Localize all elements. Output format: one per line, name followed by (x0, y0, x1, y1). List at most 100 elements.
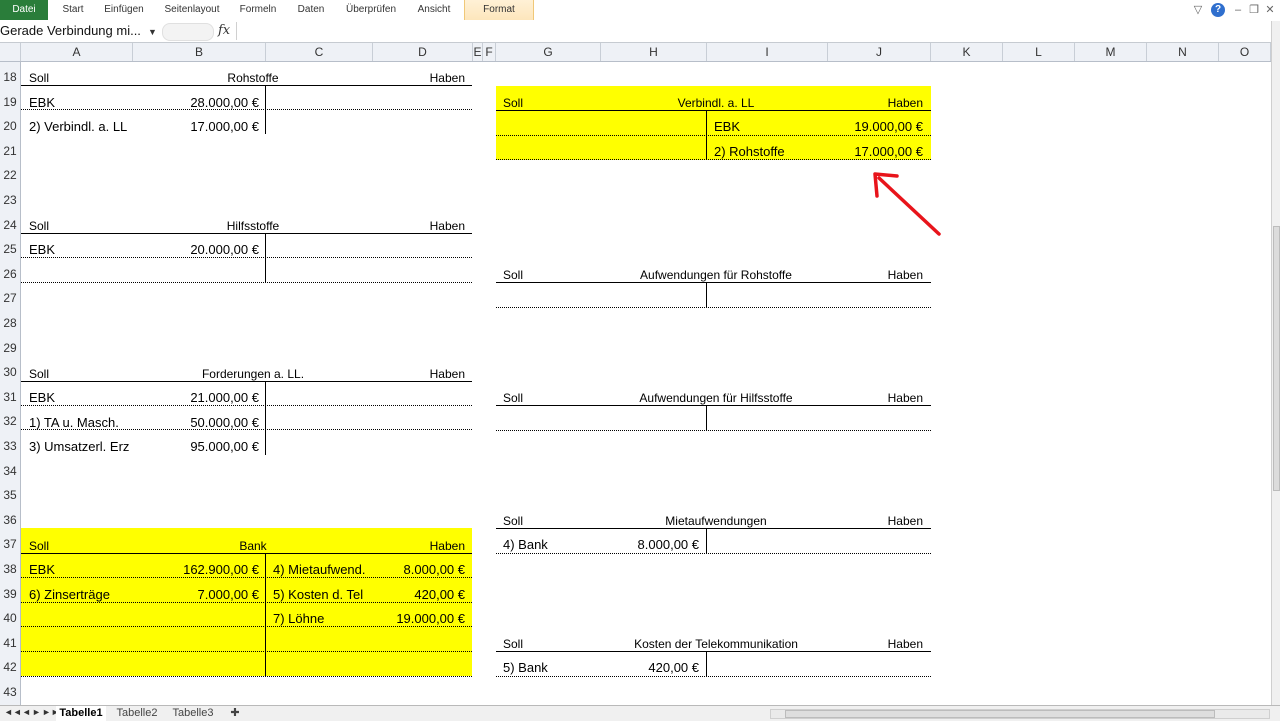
entry-label: 2) Rohstoffe (714, 144, 785, 159)
haben-label: Haben (887, 637, 923, 651)
row-header[interactable]: 32 (0, 414, 20, 428)
tab-page-layout[interactable]: Seitenlayout (156, 0, 228, 20)
row-header[interactable]: 28 (0, 316, 20, 330)
window-restore-icon[interactable]: ❐ (1247, 3, 1261, 17)
row-header[interactable]: 22 (0, 168, 20, 182)
vertical-scroll-thumb[interactable] (1273, 226, 1280, 491)
formula-input[interactable] (236, 22, 1280, 40)
row-header[interactable]: 24 (0, 218, 20, 232)
tab-file[interactable]: Datei (0, 0, 48, 20)
column-header-n[interactable]: N (1147, 43, 1219, 61)
row-divider (496, 676, 931, 677)
account-header-line (496, 405, 931, 406)
tab-insert[interactable]: Einfügen (98, 0, 150, 20)
insert-sheet-icon[interactable]: ✚ (226, 706, 244, 721)
row-header[interactable]: 31 (0, 390, 20, 404)
tab-review[interactable]: Überprüfen (340, 0, 402, 20)
column-header-b[interactable]: B (133, 43, 266, 61)
row-header[interactable]: 21 (0, 144, 20, 158)
row-header[interactable]: 23 (0, 193, 20, 207)
haben-label: Haben (429, 219, 465, 233)
column-header-h[interactable]: H (601, 43, 707, 61)
column-header-o[interactable]: O (1219, 43, 1271, 61)
soll-label: Soll (503, 637, 524, 651)
soll-label: Soll (503, 268, 524, 282)
row-header[interactable]: 33 (0, 439, 20, 453)
sheet-tab-tabelle2[interactable]: Tabelle2 (112, 706, 162, 721)
tab-formulas[interactable]: Formeln (234, 0, 282, 20)
account-title: Bank (239, 539, 267, 553)
column-header-d[interactable]: D (373, 43, 473, 61)
column-header-e[interactable]: E (473, 43, 483, 61)
formula-bar: Gerade Verbindung mi... ▼ fx (0, 21, 1280, 43)
tab-view[interactable]: Ansicht (408, 0, 460, 20)
row-header[interactable]: 29 (0, 341, 20, 355)
soll-label: Soll (29, 367, 50, 381)
insert-function-icon[interactable]: fx (218, 22, 230, 40)
tab-data[interactable]: Daten (288, 0, 334, 20)
help-icon[interactable]: ? (1211, 3, 1225, 17)
row-header[interactable]: 18 (0, 70, 20, 84)
account-center-line (706, 282, 707, 307)
column-header-j[interactable]: J (828, 43, 931, 61)
ribbon-minimize-icon[interactable]: ▽ (1191, 3, 1205, 17)
haben-label: Haben (887, 268, 923, 282)
row-header[interactable]: 19 (0, 95, 20, 109)
horizontal-scroll-thumb[interactable] (785, 710, 1215, 718)
row-header[interactable]: 26 (0, 267, 20, 281)
entry-label: EBK (29, 242, 56, 257)
entry-value: 420,00 € (414, 587, 465, 602)
account-center-line (706, 528, 707, 553)
column-header-l[interactable]: L (1003, 43, 1075, 61)
row-header[interactable]: 36 (0, 513, 20, 527)
entry-value: 8.000,00 € (637, 537, 699, 552)
window-close-icon[interactable]: ✕ (1263, 3, 1277, 17)
account-title: Verbindl. a. LL (677, 96, 755, 110)
row-header[interactable]: 35 (0, 488, 20, 502)
row-header[interactable]: 27 (0, 291, 20, 305)
horizontal-scrollbar[interactable] (770, 709, 1270, 719)
row-header[interactable]: 41 (0, 636, 20, 650)
account-header-line (21, 85, 472, 86)
account-title: Rohstoffe (227, 71, 279, 85)
row-divider (21, 676, 472, 677)
column-header-a[interactable]: A (21, 43, 133, 61)
row-header[interactable]: 43 (0, 685, 20, 699)
row-header[interactable]: 39 (0, 587, 20, 601)
formula-bar-divider (162, 23, 214, 41)
tab-start[interactable]: Start (54, 0, 92, 20)
name-box[interactable]: Gerade Verbindung mi... (0, 22, 160, 40)
row-divider (21, 577, 472, 578)
tab-format[interactable]: Format (464, 0, 534, 20)
entry-value: 17.000,00 € (190, 119, 259, 134)
account-header-line (21, 553, 472, 554)
select-all-corner[interactable] (0, 43, 21, 61)
sheet-tab-tabelle1[interactable]: Tabelle1 (56, 706, 106, 721)
row-header[interactable]: 25 (0, 242, 20, 256)
row-header[interactable]: 34 (0, 464, 20, 478)
prev-sheet-icon[interactable]: ◄ (22, 707, 31, 717)
row-header[interactable]: 37 (0, 537, 20, 551)
next-sheet-icon[interactable]: ► (32, 707, 41, 717)
row-header[interactable]: 42 (0, 660, 20, 674)
row-header[interactable]: 20 (0, 119, 20, 133)
column-header-i[interactable]: I (707, 43, 828, 61)
vertical-scrollbar[interactable] (1271, 21, 1280, 705)
row-header[interactable]: 30 (0, 365, 20, 379)
entry-value: 20.000,00 € (190, 242, 259, 257)
name-box-dropdown-icon[interactable]: ▼ (148, 23, 157, 41)
window-minimize-icon[interactable]: – (1231, 3, 1245, 17)
column-header-c[interactable]: C (266, 43, 373, 61)
sheet-tab-tabelle3[interactable]: Tabelle3 (168, 706, 218, 721)
row-header[interactable]: 40 (0, 611, 20, 625)
row-divider (496, 159, 931, 160)
column-header-m[interactable]: M (1075, 43, 1147, 61)
account-center-line (706, 405, 707, 430)
column-header-g[interactable]: G (496, 43, 601, 61)
column-header-f[interactable]: F (483, 43, 496, 61)
first-sheet-icon[interactable]: ◄◄ (4, 707, 22, 717)
row-header[interactable]: 38 (0, 562, 20, 576)
entry-label: EBK (29, 390, 56, 405)
column-header-k[interactable]: K (931, 43, 1003, 61)
worksheet-grid[interactable]: Soll Rohstoffe Haben EBK 28.000,00 € 2) … (21, 62, 1271, 705)
